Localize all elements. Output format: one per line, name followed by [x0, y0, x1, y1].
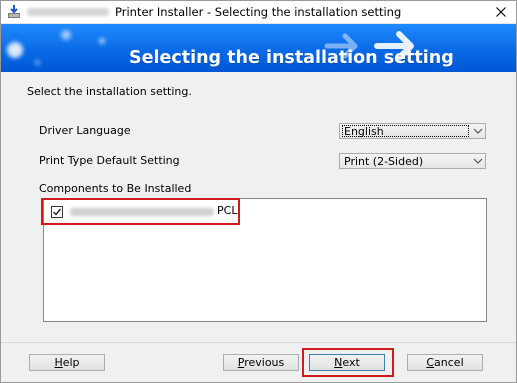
help-button[interactable]: Help: [29, 354, 105, 371]
separator: [1, 342, 516, 343]
title-product-name-redacted: [27, 8, 109, 16]
close-button[interactable]: [486, 1, 516, 23]
decorative-bubble: [99, 38, 105, 44]
driver-language-select[interactable]: English: [339, 123, 486, 139]
cancel-button[interactable]: Cancel: [407, 354, 483, 371]
previous-button[interactable]: Previous: [223, 354, 299, 371]
close-icon: [496, 7, 506, 17]
window-title: Printer Installer - Selecting the instal…: [115, 5, 402, 19]
component-name-suffix: PCL: [217, 204, 238, 217]
printer-download-icon: [8, 5, 20, 18]
decorative-bubble: [7, 42, 23, 58]
header-banner: Selecting the installation setting: [1, 24, 516, 72]
chevron-down-icon: [473, 158, 483, 164]
checkmark-icon: [53, 208, 62, 216]
print-type-label: Print Type Default Setting: [39, 154, 180, 167]
installer-window: Printer Installer - Selecting the instal…: [0, 0, 517, 383]
next-button[interactable]: Next: [309, 354, 385, 371]
decorative-bubble: [35, 60, 40, 65]
components-list[interactable]: PCL: [43, 198, 487, 322]
chevron-down-icon: [473, 128, 483, 134]
instruction-text: Select the installation setting.: [27, 85, 192, 98]
banner-title: Selecting the installation setting: [129, 48, 454, 68]
print-type-select[interactable]: Print (2-Sided): [339, 153, 486, 169]
title-bar: Printer Installer - Selecting the instal…: [1, 1, 516, 24]
component-checkbox[interactable]: [51, 206, 63, 218]
driver-language-label: Driver Language: [39, 124, 131, 137]
print-type-value: Print (2-Sided): [344, 155, 424, 168]
components-label: Components to Be Installed: [39, 182, 192, 195]
driver-language-value: English: [344, 125, 384, 138]
decorative-bubble: [61, 30, 71, 40]
component-name-redacted: [70, 208, 214, 216]
